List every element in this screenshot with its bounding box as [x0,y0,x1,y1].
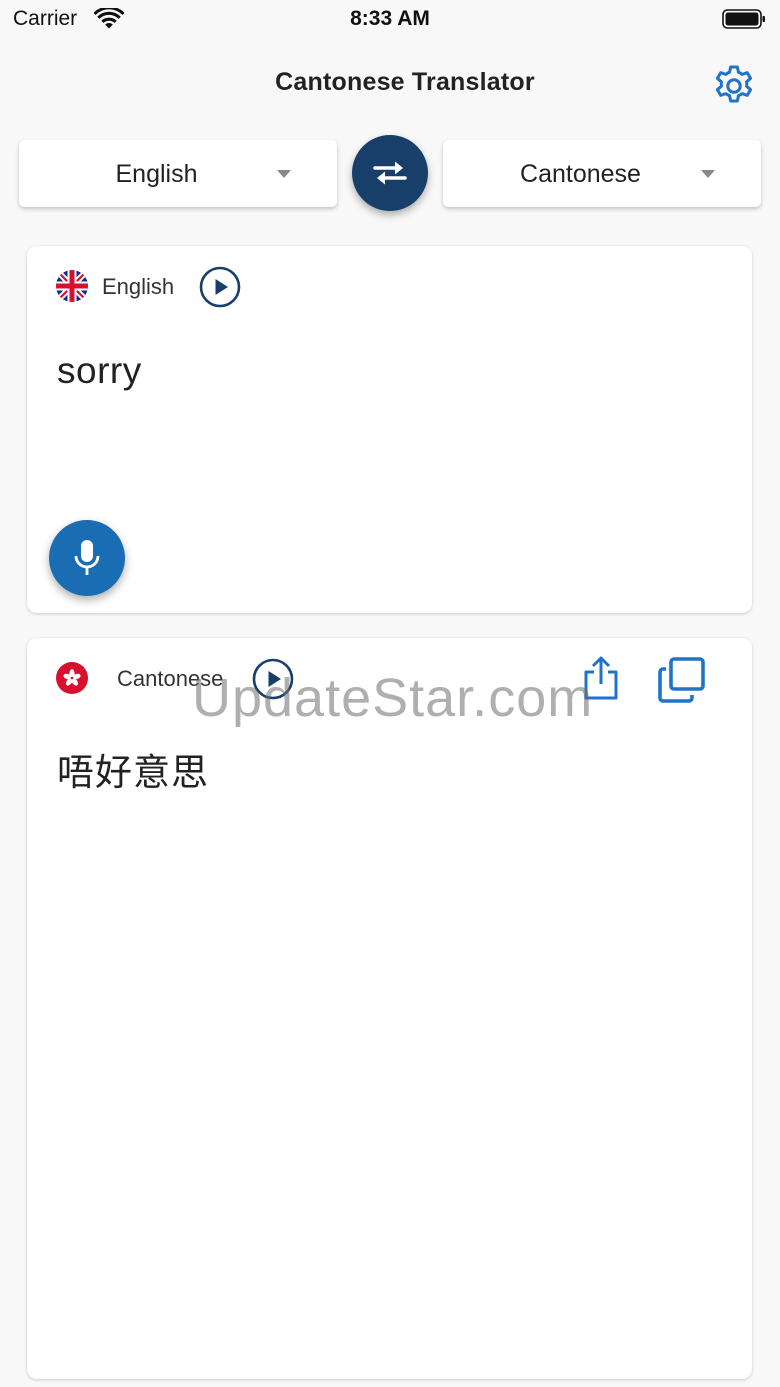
play-target-button[interactable] [251,657,295,701]
swap-languages-button[interactable] [352,135,428,211]
copy-button[interactable] [657,656,707,704]
chevron-down-icon [277,170,291,178]
battery-icon [722,9,765,29]
target-card-language-label: Cantonese [117,666,224,691]
source-card-language-label: English [102,274,175,299]
copy-icon [658,657,705,703]
status-bar: Carrier 8:33 AM [0,0,780,40]
source-card-header: English [27,246,752,326]
settings-button[interactable] [710,62,758,110]
gear-icon [715,65,753,103]
play-icon [252,658,294,700]
swap-arrows-icon [373,161,407,185]
target-card: Cantonese 唔好意思 [27,638,752,1379]
share-icon [584,656,618,700]
hong-kong-flag-icon [56,662,88,694]
play-source-button[interactable] [198,265,242,309]
source-text[interactable]: sorry [57,350,717,392]
target-card-header: Cantonese [27,638,752,718]
play-icon [199,266,241,308]
uk-flag-icon [56,270,88,302]
clock: 8:33 AM [350,7,430,30]
source-language-dropdown[interactable]: English [19,140,337,207]
target-language-dropdown[interactable]: Cantonese [443,140,761,207]
microphone-button[interactable] [49,520,125,596]
target-language-label: Cantonese [520,160,641,188]
source-card: English sorry [27,246,752,613]
chevron-down-icon [701,170,715,178]
source-language-label: English [115,160,198,188]
page-title: Cantonese Translator [275,68,535,96]
microphone-icon [74,540,100,575]
nav-bar: Cantonese Translator [0,52,780,114]
translated-text: 唔好意思 [57,752,209,793]
share-button[interactable] [579,654,623,702]
